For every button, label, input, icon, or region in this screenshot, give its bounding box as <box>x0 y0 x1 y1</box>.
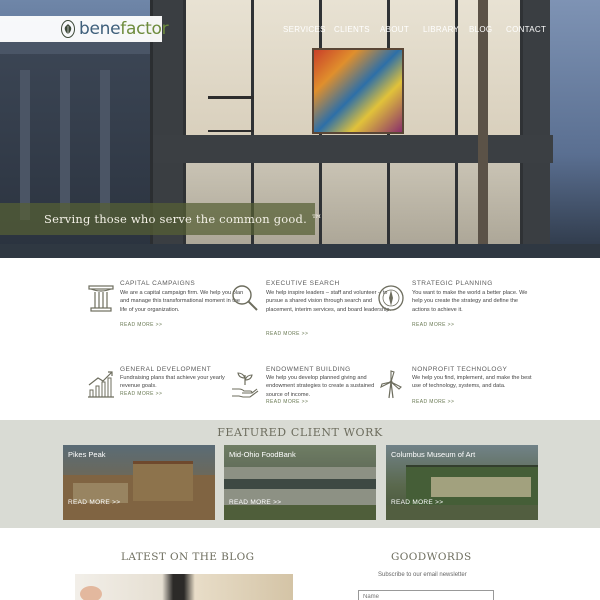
client-read-more[interactable]: READ MORE >> <box>391 499 443 506</box>
client-name: Mid-Ohio FoodBank <box>229 450 296 459</box>
service-title-strategic: STRATEGIC PLANNING <box>412 280 493 287</box>
client-name: Columbus Museum of Art <box>391 450 476 459</box>
service-desc-capital: We are a capital campaign firm. We help … <box>120 290 244 313</box>
nav-contact[interactable]: CONTACT <box>506 25 546 34</box>
colorful-artwork <box>312 48 404 134</box>
horse-sculpture <box>208 96 254 132</box>
service-title-capital: CAPITAL CAMPAIGNS <box>120 280 196 287</box>
newsletter-title: GOODWORDS <box>391 551 472 563</box>
client-card-columbus-museum-of-art[interactable]: Columbus Museum of Art READ MORE >> <box>386 445 538 520</box>
sprout-hand-icon <box>232 372 259 398</box>
growth-chart-icon <box>88 371 114 398</box>
nav-clients[interactable]: CLIENTS <box>334 25 370 34</box>
service-desc-strategic: You want to make the world a better plac… <box>412 290 528 313</box>
main-nav: SERVICES CLIENTS ABOUT LIBRARY BLOG CONT… <box>0 25 600 37</box>
magnifier-icon <box>232 285 258 311</box>
windmill-icon <box>380 370 402 399</box>
client-read-more[interactable]: READ MORE >> <box>68 499 120 506</box>
street <box>0 244 600 258</box>
service-desc-endowment: We help you develop planned giving and e… <box>266 375 375 398</box>
blog-post-image[interactable] <box>75 574 293 600</box>
read-more-strategic[interactable]: READ MORE >> <box>412 322 454 328</box>
service-desc-general: Fundraising plans that achieve your year… <box>120 375 225 390</box>
client-card-mid-ohio-foodbank[interactable]: Mid-Ohio FoodBank READ MORE >> <box>224 445 376 520</box>
blog-section-title: LATEST ON THE BLOG <box>121 551 255 563</box>
newsletter-subtitle: Subscribe to our email newsletter <box>378 572 467 578</box>
compass-icon <box>378 285 404 311</box>
read-more-nonprofit[interactable]: READ MORE >> <box>412 399 454 405</box>
service-desc-nonprofit: We help you find, implement, and make th… <box>412 375 532 390</box>
client-name: Pikes Peak <box>68 450 106 459</box>
service-title-general: GENERAL DEVELOPMENT <box>120 366 212 373</box>
service-title-nonprofit: NONPROFIT TECHNOLOGY <box>412 366 508 373</box>
client-card-pikes-peak[interactable]: Pikes Peak READ MORE >> <box>63 445 215 520</box>
nav-services[interactable]: SERVICES <box>283 25 326 34</box>
tree-trunk <box>478 0 488 258</box>
nav-library[interactable]: LIBRARY <box>423 25 459 34</box>
client-read-more[interactable]: READ MORE >> <box>229 499 281 506</box>
read-more-executive[interactable]: READ MORE >> <box>266 331 308 337</box>
featured-title: FEATURED CLIENT WORK <box>217 426 383 439</box>
read-more-capital[interactable]: READ MORE >> <box>120 322 162 328</box>
service-title-executive: EXECUTIVE SEARCH <box>266 280 340 287</box>
nav-about[interactable]: ABOUT <box>380 25 409 34</box>
read-more-endowment[interactable]: READ MORE >> <box>266 399 308 405</box>
read-more-general[interactable]: READ MORE >> <box>120 391 162 397</box>
service-title-endowment: ENDOWMENT BUILDING <box>266 366 351 373</box>
nav-blog[interactable]: BLOG <box>469 25 492 34</box>
column-icon <box>88 285 114 312</box>
hero-tagline: Serving those who serve the common good.… <box>44 212 323 226</box>
service-desc-executive: We help inspire leaders – staff and volu… <box>266 290 391 313</box>
newsletter-name-input[interactable] <box>358 590 494 600</box>
